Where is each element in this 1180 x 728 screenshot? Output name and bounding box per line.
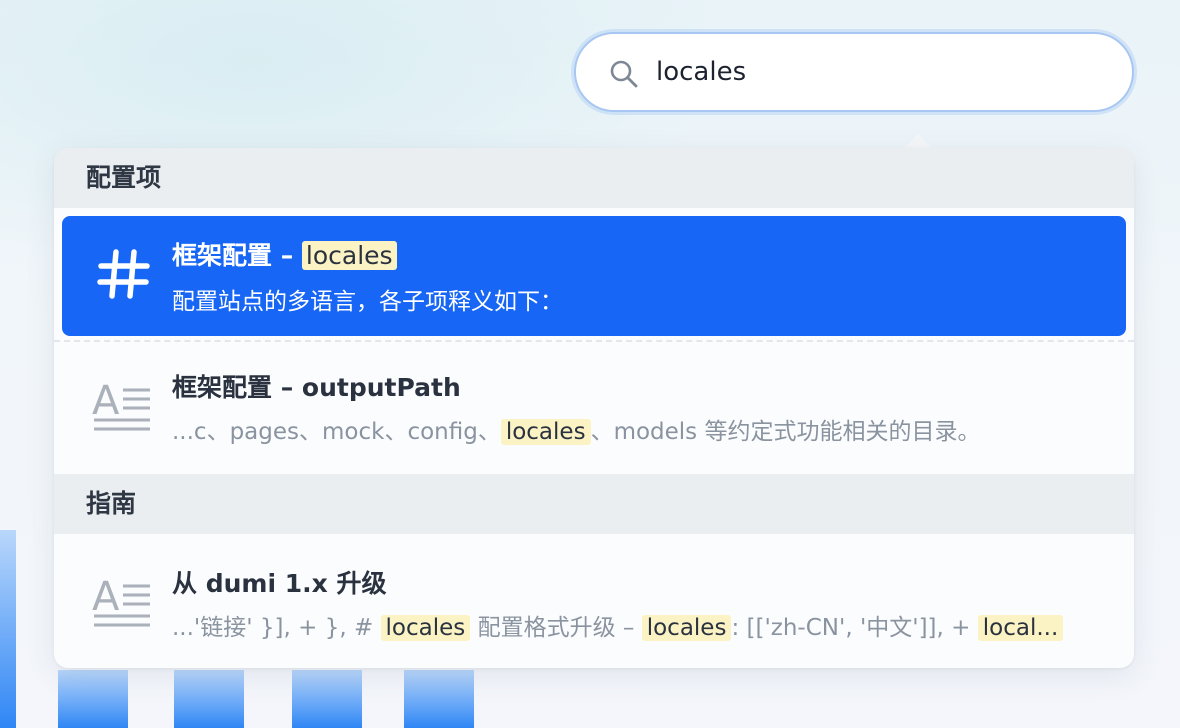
doc-text-icon: A — [92, 574, 150, 627]
result-title-highlight: locales — [301, 241, 397, 270]
search-results-popover: 配置项 框架配置 – locales 配置站点的多语言，各子项释义如下： A 框… — [54, 148, 1134, 668]
search-result-item[interactable]: A 从 dumi 1.x 升级 ...'链接' }], + }, # local… — [54, 540, 1134, 668]
background-bar — [58, 670, 128, 728]
result-description: 配置站点的多语言，各子项释义如下： — [172, 289, 563, 315]
background-bar — [292, 670, 362, 728]
search-box[interactable] — [574, 32, 1134, 112]
result-description: ...c、pages、mock、config、 locales 、models 等约… — [172, 412, 1102, 446]
background-bar — [0, 530, 16, 728]
result-description: ...'链接' }], + }, # locales 配置格式升级 – loca… — [172, 608, 1102, 642]
group-header-guide: 指南 — [54, 474, 1134, 534]
result-desc-text: ...'链接' }], + }, # — [172, 615, 381, 641]
result-desc-text: : [['zh-CN', '中文']], + — [731, 615, 978, 641]
result-desc-highlight: local... — [977, 615, 1064, 641]
result-title-text: 框架配置 – — [172, 241, 302, 270]
result-title: 框架配置 – outputPath — [172, 373, 461, 402]
result-desc-text: 配置格式升级 – — [470, 615, 642, 641]
svg-text:A: A — [92, 574, 120, 620]
result-desc-text: 、models 等约定式功能相关的目录。 — [590, 419, 981, 445]
search-result-item[interactable]: A 框架配置 – outputPath ...c、pages、mock、conf… — [54, 344, 1134, 474]
hash-icon — [97, 249, 150, 299]
popover-caret — [904, 134, 932, 148]
svg-text:A: A — [92, 378, 120, 424]
search-input[interactable] — [656, 52, 1096, 92]
background-bar — [404, 670, 474, 728]
result-desc-text: ...c、pages、mock、config、 — [172, 419, 501, 445]
result-title: 框架配置 – locales — [172, 236, 397, 272]
result-divider — [54, 340, 1134, 342]
result-title: 从 dumi 1.x 升级 — [172, 569, 387, 598]
result-desc-highlight: locales — [380, 615, 471, 641]
doc-text-icon: A — [92, 378, 150, 431]
result-desc-highlight: locales — [500, 419, 591, 445]
group-header-config: 配置项 — [54, 148, 1134, 208]
background-bar — [174, 670, 244, 728]
result-desc-highlight: locales — [641, 615, 732, 641]
search-result-item[interactable]: 框架配置 – locales 配置站点的多语言，各子项释义如下： — [62, 216, 1126, 336]
search-icon — [610, 60, 638, 88]
